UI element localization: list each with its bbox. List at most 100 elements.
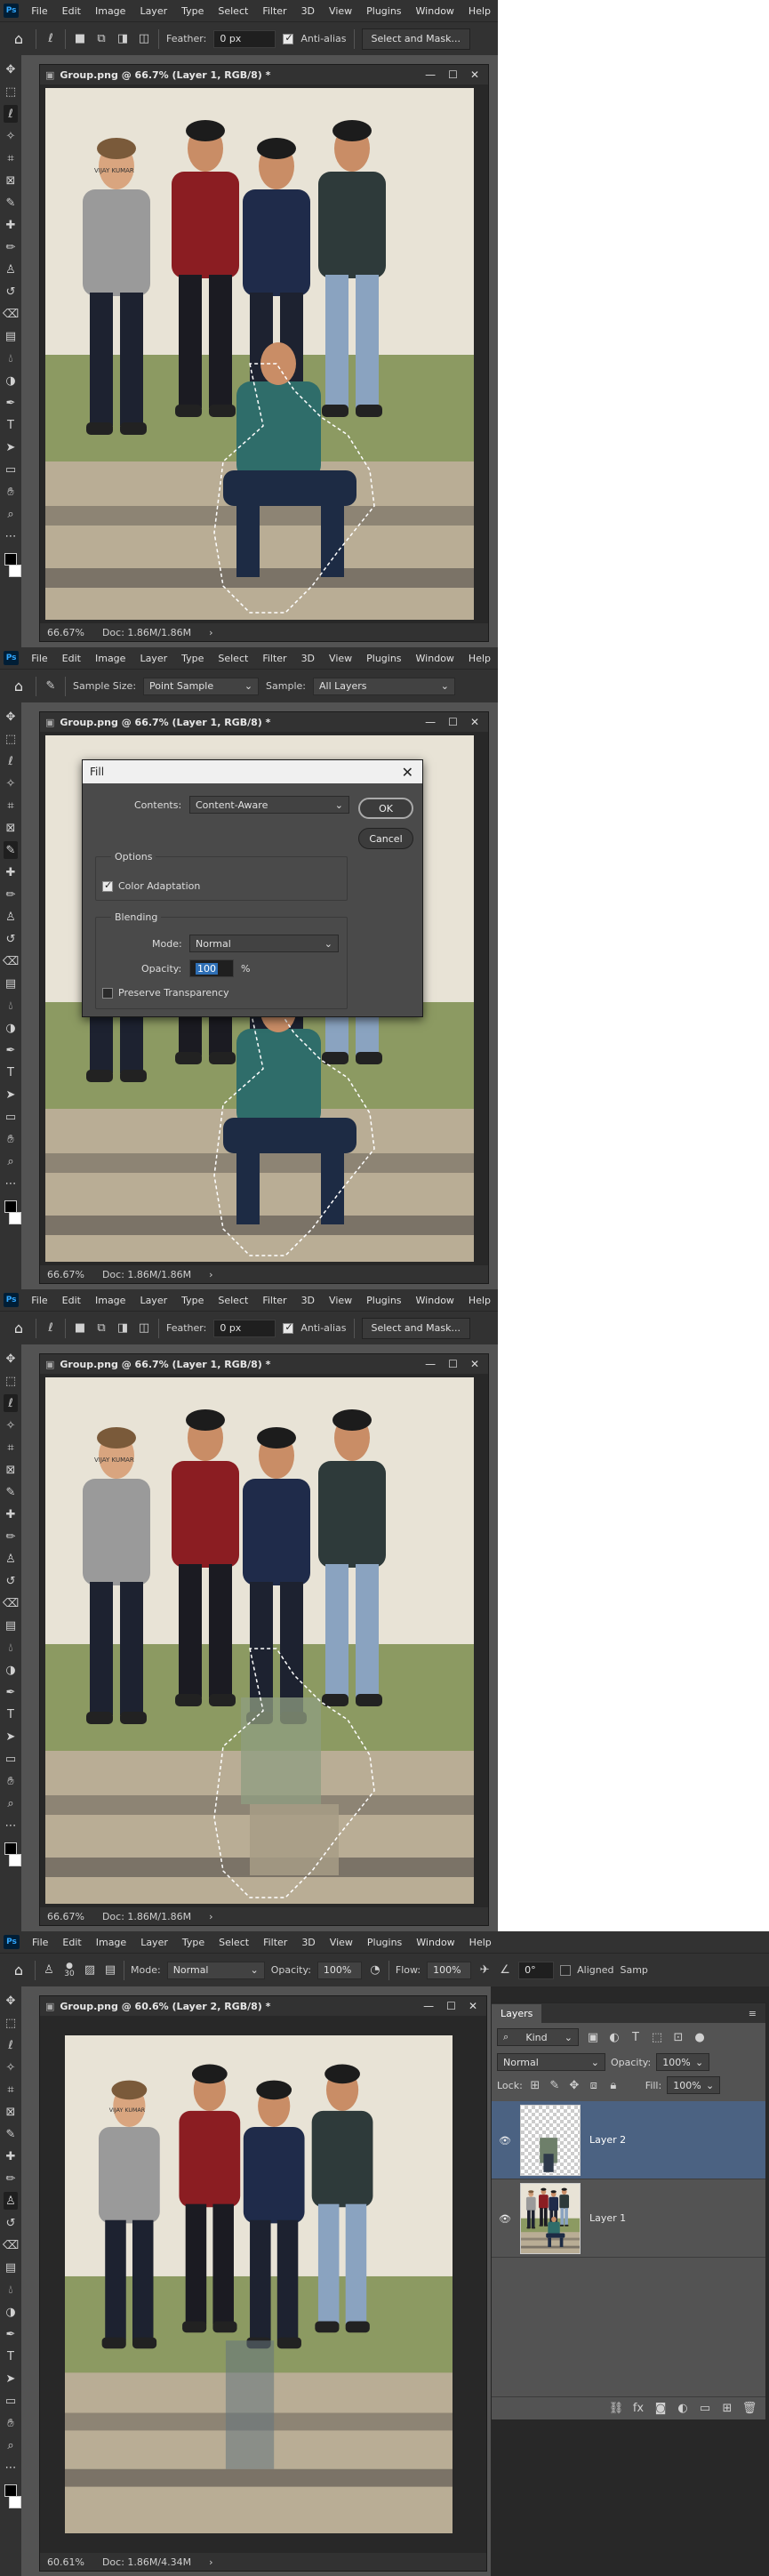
history-brush-icon[interactable]: ↺ bbox=[4, 2214, 18, 2232]
foreground-color-swatch[interactable] bbox=[4, 1200, 17, 1213]
zoom-tool-icon[interactable]: ⌕ bbox=[4, 1794, 18, 1812]
zoom-level[interactable]: 60.61% bbox=[47, 2556, 84, 2568]
layer-style-icon[interactable]: fx bbox=[631, 2400, 645, 2418]
select-and-mask-button[interactable]: Select and Mask... bbox=[361, 1317, 470, 1339]
status-arrow-icon[interactable]: › bbox=[209, 1269, 212, 1280]
add-selection-icon[interactable]: ⧉ bbox=[94, 30, 108, 48]
menu-edit[interactable]: Edit bbox=[55, 5, 88, 17]
background-color-swatch[interactable] bbox=[9, 565, 21, 577]
eraser-tool-icon[interactable]: ⌫ bbox=[3, 305, 19, 323]
opacity-select[interactable]: 100% bbox=[316, 1961, 362, 1979]
canvas-photo[interactable]: VIJAY KUMAR bbox=[65, 2035, 453, 2533]
menu-select[interactable]: Select bbox=[212, 1937, 256, 1948]
more-tools-icon[interactable]: ⋯ bbox=[4, 527, 18, 545]
lasso-tool-icon[interactable]: ℓ bbox=[4, 1394, 18, 1412]
menu-view[interactable]: View bbox=[322, 653, 359, 664]
history-brush-icon[interactable]: ↺ bbox=[4, 930, 18, 948]
blur-tool-icon[interactable]: 💧︎ bbox=[4, 997, 18, 1015]
brush-settings-icon[interactable]: ▨ bbox=[83, 1962, 97, 1979]
panel-menu-icon[interactable]: ≡ bbox=[740, 2004, 765, 2023]
link-layers-icon[interactable]: ⛓ bbox=[609, 2400, 624, 2418]
menu-layer[interactable]: Layer bbox=[132, 5, 174, 17]
menu-3d[interactable]: 3D bbox=[294, 1295, 322, 1306]
menu-layer[interactable]: Layer bbox=[133, 1937, 175, 1948]
hand-tool-icon[interactable]: ✋︎ bbox=[4, 2414, 18, 2432]
clone-stamp-icon[interactable]: ♙ bbox=[4, 261, 18, 278]
menu-file[interactable]: File bbox=[24, 653, 54, 664]
crop-tool-icon[interactable]: ⌗ bbox=[4, 2081, 18, 2099]
menu-view[interactable]: View bbox=[322, 1295, 359, 1306]
foreground-color-swatch[interactable] bbox=[4, 553, 17, 566]
feather-input[interactable]: 0 px bbox=[213, 29, 276, 48]
subtract-selection-icon[interactable]: ◨ bbox=[116, 1320, 130, 1337]
clone-stamp-icon[interactable]: ♙ bbox=[4, 908, 18, 926]
status-arrow-icon[interactable]: › bbox=[209, 2556, 212, 2568]
fill-select[interactable]: 100% ⌄ bbox=[667, 2076, 721, 2094]
aligned-checkbox[interactable] bbox=[560, 1964, 572, 1976]
eraser-tool-icon[interactable]: ⌫ bbox=[3, 1594, 19, 1612]
home-icon[interactable]: ⌂ bbox=[9, 1961, 28, 1980]
menu-select[interactable]: Select bbox=[211, 653, 255, 664]
menu-select[interactable]: Select bbox=[211, 5, 255, 17]
type-tool-icon[interactable]: T bbox=[4, 1063, 18, 1081]
more-tools-icon[interactable]: ⋯ bbox=[4, 2459, 18, 2476]
maximize-icon[interactable]: ☐ bbox=[448, 68, 458, 81]
eyedropper-tool-icon[interactable]: ✎ bbox=[4, 194, 18, 212]
clone-source-icon[interactable]: ▤ bbox=[103, 1962, 117, 1979]
gradient-tool-icon[interactable]: ▤ bbox=[4, 2259, 18, 2276]
path-select-icon[interactable]: ➤ bbox=[4, 2370, 18, 2387]
menu-plugins[interactable]: Plugins bbox=[359, 5, 408, 17]
menu-3d[interactable]: 3D bbox=[294, 5, 322, 17]
zoom-level[interactable]: 66.67% bbox=[47, 627, 84, 638]
menu-file[interactable]: File bbox=[24, 1295, 54, 1306]
add-mask-icon[interactable]: ◙ bbox=[653, 2400, 668, 2418]
new-layer-icon[interactable]: ⊞ bbox=[720, 2400, 734, 2418]
menu-3d[interactable]: 3D bbox=[294, 653, 322, 664]
quick-select-icon[interactable]: ✧ bbox=[4, 774, 18, 792]
blur-tool-icon[interactable]: 💧︎ bbox=[4, 349, 18, 367]
marquee-tool-icon[interactable]: ⬚ bbox=[4, 2014, 18, 2032]
menu-filter[interactable]: Filter bbox=[255, 653, 293, 664]
new-adjustment-icon[interactable]: ◐ bbox=[676, 2400, 690, 2418]
background-color-swatch[interactable] bbox=[9, 2496, 21, 2508]
select-and-mask-button[interactable]: Select and Mask... bbox=[361, 28, 470, 50]
zoom-level[interactable]: 66.67% bbox=[47, 1269, 84, 1280]
brush-tool-icon[interactable]: ✏ bbox=[4, 2170, 18, 2187]
type-tool-icon[interactable]: T bbox=[4, 416, 18, 434]
lasso-preset-icon[interactable]: ℓ bbox=[44, 30, 58, 48]
clone-stamp-icon[interactable]: ♙ bbox=[4, 2192, 18, 2210]
frame-tool-icon[interactable]: ⊠ bbox=[4, 172, 18, 189]
brush-tool-icon[interactable]: ✏ bbox=[4, 238, 18, 256]
ok-button[interactable]: OK bbox=[358, 798, 413, 819]
filter-smart-object-icon[interactable]: ⊡ bbox=[671, 2028, 685, 2046]
dodge-tool-icon[interactable]: ◑ bbox=[4, 1661, 18, 1679]
lasso-tool-icon[interactable]: ℓ bbox=[4, 2036, 18, 2054]
menu-filter[interactable]: Filter bbox=[255, 1295, 293, 1306]
marquee-tool-icon[interactable]: ⬚ bbox=[4, 1372, 18, 1390]
canvas-photo[interactable]: VIJAY KUMAR bbox=[45, 88, 474, 620]
pen-tool-icon[interactable]: ✒ bbox=[4, 1041, 18, 1059]
path-select-icon[interactable]: ➤ bbox=[4, 1086, 18, 1103]
history-brush-icon[interactable]: ↺ bbox=[4, 1572, 18, 1590]
close-icon[interactable]: ✕ bbox=[470, 716, 479, 728]
foreground-color-swatch[interactable] bbox=[4, 2484, 17, 2497]
healing-brush-icon[interactable]: ✚ bbox=[4, 863, 18, 881]
healing-brush-icon[interactable]: ✚ bbox=[4, 216, 18, 234]
crop-tool-icon[interactable]: ⌗ bbox=[4, 1439, 18, 1457]
zoom-level[interactable]: 66.67% bbox=[47, 1911, 84, 1922]
blend-mode-select[interactable]: Normal ⌄ bbox=[497, 2053, 605, 2071]
path-select-icon[interactable]: ➤ bbox=[4, 438, 18, 456]
kind-filter-select[interactable]: ⌕ Kind ⌄ bbox=[497, 2028, 579, 2046]
sample-select[interactable]: All Layers ⌄ bbox=[312, 677, 455, 695]
gradient-tool-icon[interactable]: ▤ bbox=[4, 1617, 18, 1634]
status-arrow-icon[interactable]: › bbox=[209, 1911, 212, 1922]
menu-image[interactable]: Image bbox=[88, 5, 132, 17]
menu-filter[interactable]: Filter bbox=[256, 1937, 294, 1948]
lasso-tool-icon[interactable]: ℓ bbox=[4, 752, 18, 770]
move-tool-icon[interactable]: ✥ bbox=[4, 1992, 18, 2010]
eyedropper-tool-icon[interactable]: ✎ bbox=[4, 2125, 18, 2143]
healing-brush-icon[interactable]: ✚ bbox=[4, 1505, 18, 1523]
move-tool-icon[interactable]: ✥ bbox=[4, 60, 18, 78]
lasso-tool-icon[interactable]: ℓ bbox=[4, 105, 18, 123]
dodge-tool-icon[interactable]: ◑ bbox=[4, 1019, 18, 1037]
